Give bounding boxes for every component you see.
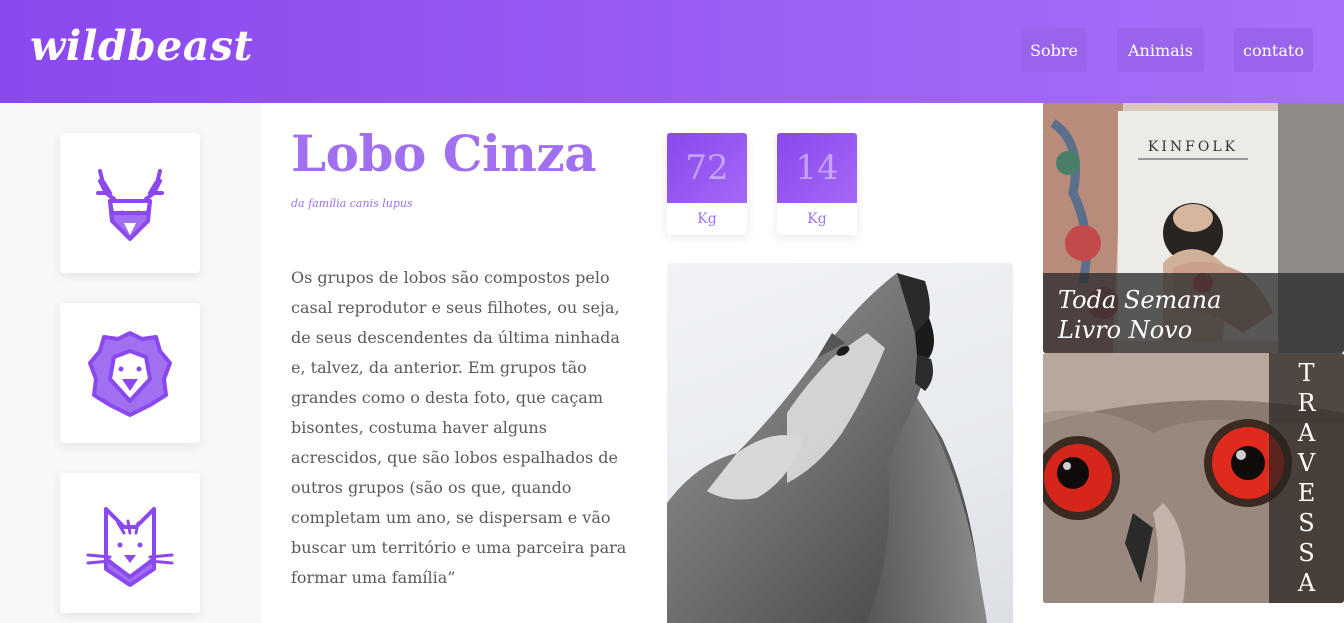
promo-letter: S bbox=[1298, 509, 1315, 537]
book-title-text: KINFOLK bbox=[1148, 139, 1238, 155]
promo-letter: V bbox=[1297, 449, 1316, 477]
nav-sobre-button[interactable]: Sobre bbox=[1021, 28, 1087, 72]
stat-unit: Kg bbox=[807, 211, 827, 227]
stat-card: 14 Kg bbox=[777, 133, 857, 235]
deer-icon bbox=[96, 169, 164, 241]
promo-caption-line: Toda Semana bbox=[1058, 286, 1222, 314]
sidebar-item-lion[interactable] bbox=[60, 303, 200, 443]
promo-letter: T bbox=[1298, 359, 1315, 387]
promo-book-card[interactable]: KINFOLK Toda Semana Livro Novo bbox=[1043, 103, 1344, 353]
promo-letter: R bbox=[1297, 389, 1316, 417]
promo-letter: S bbox=[1298, 539, 1315, 567]
lion-icon bbox=[88, 331, 172, 417]
nav-contato-button[interactable]: contato bbox=[1234, 28, 1313, 72]
promo-book-caption: Toda Semana Livro Novo bbox=[1043, 273, 1344, 353]
page-subtitle: da família canis lupus bbox=[291, 197, 413, 210]
stat-value: 72 bbox=[667, 133, 747, 203]
site-header: wildbeast Sobre Animais contato bbox=[0, 0, 1344, 103]
cat-icon bbox=[86, 507, 174, 587]
page-title: Lobo Cinza bbox=[291, 124, 597, 183]
promo-owl-card[interactable]: T R A V E S S A bbox=[1043, 353, 1344, 603]
promo-letter: A bbox=[1297, 569, 1316, 597]
promo-letter: E bbox=[1297, 479, 1316, 507]
stat-value: 14 bbox=[777, 133, 857, 203]
sidebar-item-deer[interactable] bbox=[60, 133, 200, 273]
promo-caption-line: Livro Novo bbox=[1058, 316, 1193, 344]
promo-letter: A bbox=[1297, 419, 1316, 447]
stat-card: 72 Kg bbox=[667, 133, 747, 235]
promo-owl-vertical-text: T R A V E S S A bbox=[1269, 358, 1344, 598]
animal-description: Os grupos de lobos são compostos pelo ca… bbox=[291, 268, 627, 587]
wolf-photo bbox=[667, 263, 1013, 623]
site-logo[interactable]: wildbeast bbox=[30, 22, 253, 70]
stat-unit: Kg bbox=[697, 211, 717, 227]
sidebar-item-cat[interactable] bbox=[60, 473, 200, 613]
nav-animais-button[interactable]: Animais bbox=[1117, 28, 1204, 72]
